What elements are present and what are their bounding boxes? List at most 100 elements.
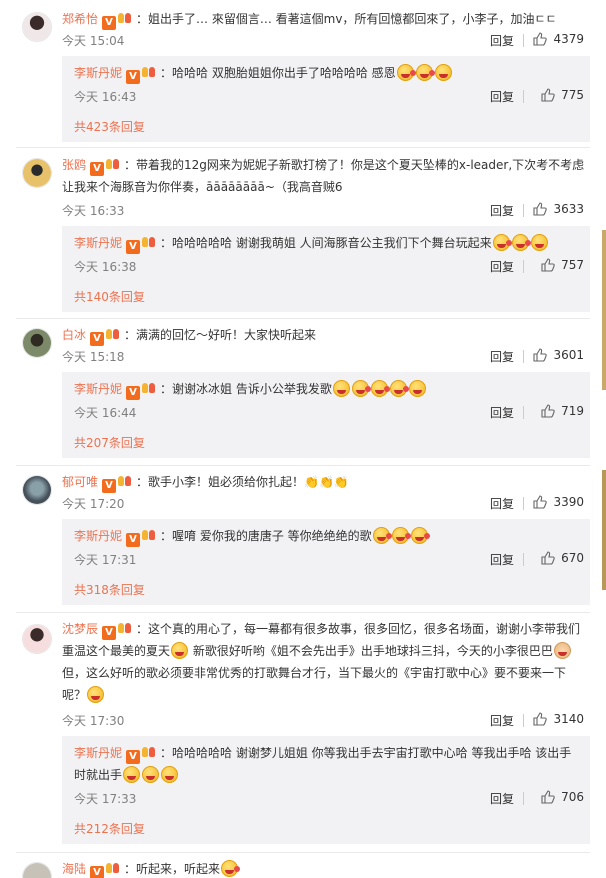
divider	[523, 714, 524, 727]
avatar[interactable]	[22, 12, 52, 42]
verified-badge: V	[102, 479, 117, 493]
medal-icon	[118, 11, 134, 25]
avatar[interactable]	[22, 624, 52, 654]
like-button[interactable]: 4379	[533, 32, 584, 46]
emoji-icon	[221, 860, 241, 877]
medal-icon	[106, 861, 122, 875]
emoji-icon	[408, 380, 426, 397]
username[interactable]: 郑希怡	[62, 12, 98, 26]
timestamp: 今天 16:43	[74, 90, 137, 104]
timestamp: 今天 15:04	[62, 34, 125, 48]
reply-button[interactable]: 回复	[490, 404, 514, 421]
total-replies-link[interactable]: 共318条回复	[74, 581, 145, 598]
divider	[523, 553, 524, 566]
medal-icon	[142, 65, 158, 79]
reply-box: 李斯丹妮 V ：哈哈哈 双胞胎姐姐你出手了哈哈哈哈 感恩 今天 16:43 回复 7…	[62, 56, 590, 142]
divider	[16, 465, 590, 466]
avatar[interactable]	[22, 475, 52, 505]
like-button[interactable]: 719	[541, 404, 584, 418]
divider	[16, 147, 590, 148]
reply-button[interactable]: 回复	[490, 348, 514, 365]
username[interactable]: 李斯丹妮	[74, 236, 122, 250]
divider	[523, 260, 524, 273]
total-replies-link[interactable]: 共212条回复	[74, 820, 145, 837]
reply-meta: 今天 17:33 回复 706	[74, 790, 590, 808]
reply-meta: 今天 17:31 回复 670	[74, 551, 590, 569]
like-button[interactable]: 3601	[533, 348, 584, 362]
reply-meta: 今天 16:43 回复 775	[74, 88, 590, 106]
medal-icon	[106, 327, 122, 341]
thumbs-up-icon	[533, 32, 548, 46]
verified-badge: V	[126, 70, 141, 84]
reply-text: 李斯丹妮 V ：喔唷 爱你我的唐唐子 等你绝绝绝的歌	[62, 519, 590, 547]
emoji-icon	[332, 380, 350, 397]
like-count: 670	[561, 551, 584, 565]
reply-button[interactable]: 回复	[490, 202, 514, 219]
thumbs-up-icon	[541, 404, 555, 418]
total-replies-link[interactable]: 共140条回复	[74, 288, 145, 305]
like-count: 3390	[553, 495, 584, 509]
like-button[interactable]: 3140	[533, 712, 584, 726]
like-count: 3633	[553, 202, 584, 216]
comment-text: 呢？	[62, 684, 590, 706]
username[interactable]: 郁可唯	[62, 475, 98, 489]
like-button[interactable]: 775	[541, 88, 584, 102]
like-button[interactable]: 670	[541, 551, 584, 565]
divider	[523, 350, 524, 363]
like-count: 775	[561, 88, 584, 102]
reply-button[interactable]: 回复	[490, 32, 514, 49]
emoji-icon	[530, 234, 548, 251]
username[interactable]: 李斯丹妮	[74, 382, 122, 396]
avatar[interactable]	[22, 862, 52, 878]
verified-badge: V	[90, 162, 105, 176]
username[interactable]: 白冰	[62, 328, 86, 342]
thumbs-up-icon	[533, 495, 548, 509]
reply-button[interactable]: 回复	[490, 88, 514, 105]
thumbs-up-icon	[533, 348, 548, 362]
reply-box: 李斯丹妮 V ：哈哈哈哈哈 谢谢梦儿姐姐 你等我出手去宇宙打歌中心哈 等我出手哈 该…	[62, 736, 590, 844]
medal-icon	[118, 621, 134, 635]
timestamp: 今天 17:33	[74, 792, 137, 806]
emoji-icon	[87, 686, 105, 703]
username[interactable]: 李斯丹妮	[74, 529, 122, 543]
divider	[523, 90, 524, 103]
verified-badge: V	[126, 386, 141, 400]
avatar[interactable]	[22, 158, 52, 188]
total-replies-link[interactable]: 共207条回复	[74, 434, 145, 451]
verified-badge: V	[90, 866, 105, 878]
username[interactable]: 海陆	[62, 862, 86, 876]
reply-meta: 今天 16:38 回复 757	[74, 258, 590, 276]
medal-icon	[142, 381, 158, 395]
comment-text: 重温这个最美的夏天 新歌很好听哟《姐不会先出手》出手地球抖三抖，今天的小李很巴巴	[62, 640, 590, 662]
reply-button[interactable]: 回复	[490, 258, 514, 275]
emoji-icon	[434, 64, 452, 81]
verified-badge: V	[90, 332, 105, 346]
total-replies-link[interactable]: 共423条回复	[74, 118, 145, 135]
reply-button[interactable]: 回复	[490, 712, 514, 729]
divider	[523, 34, 524, 47]
emoji-icon	[370, 380, 390, 397]
avatar[interactable]	[22, 328, 52, 358]
verified-badge: V	[126, 750, 141, 764]
verified-badge: V	[102, 626, 117, 640]
comment-text: 张鸥 V ：带着我的12g网来为妮妮子新歌打榜了！你是这个夏天坠棒的x-leader…	[62, 158, 585, 176]
comment-text: 但，这么好听的歌必须要非常优秀的打歌舞台才行，当下最火的《宇宙打歌中心》要不要来…	[62, 666, 567, 680]
username[interactable]: 李斯丹妮	[74, 746, 122, 760]
emoji-icon	[553, 642, 571, 659]
like-count: 706	[561, 790, 584, 804]
reply-button[interactable]: 回复	[490, 790, 514, 807]
emoji-icon	[351, 380, 371, 397]
divider	[523, 497, 524, 510]
comment-meta: 今天 17:30 回复 3140	[62, 712, 590, 730]
like-button[interactable]: 3390	[533, 495, 584, 509]
username[interactable]: 沈梦辰	[62, 622, 98, 636]
username[interactable]: 李斯丹妮	[74, 66, 122, 80]
like-button[interactable]: 3633	[533, 202, 584, 216]
comment-text: 郁可唯 V ：歌手小李！姐必须给你扎起！👏👏👏	[62, 475, 349, 493]
like-button[interactable]: 757	[541, 258, 584, 272]
username[interactable]: 张鸥	[62, 158, 86, 172]
medal-icon	[142, 745, 158, 759]
reply-button[interactable]: 回复	[490, 495, 514, 512]
like-button[interactable]: 706	[541, 790, 584, 804]
reply-button[interactable]: 回复	[490, 551, 514, 568]
